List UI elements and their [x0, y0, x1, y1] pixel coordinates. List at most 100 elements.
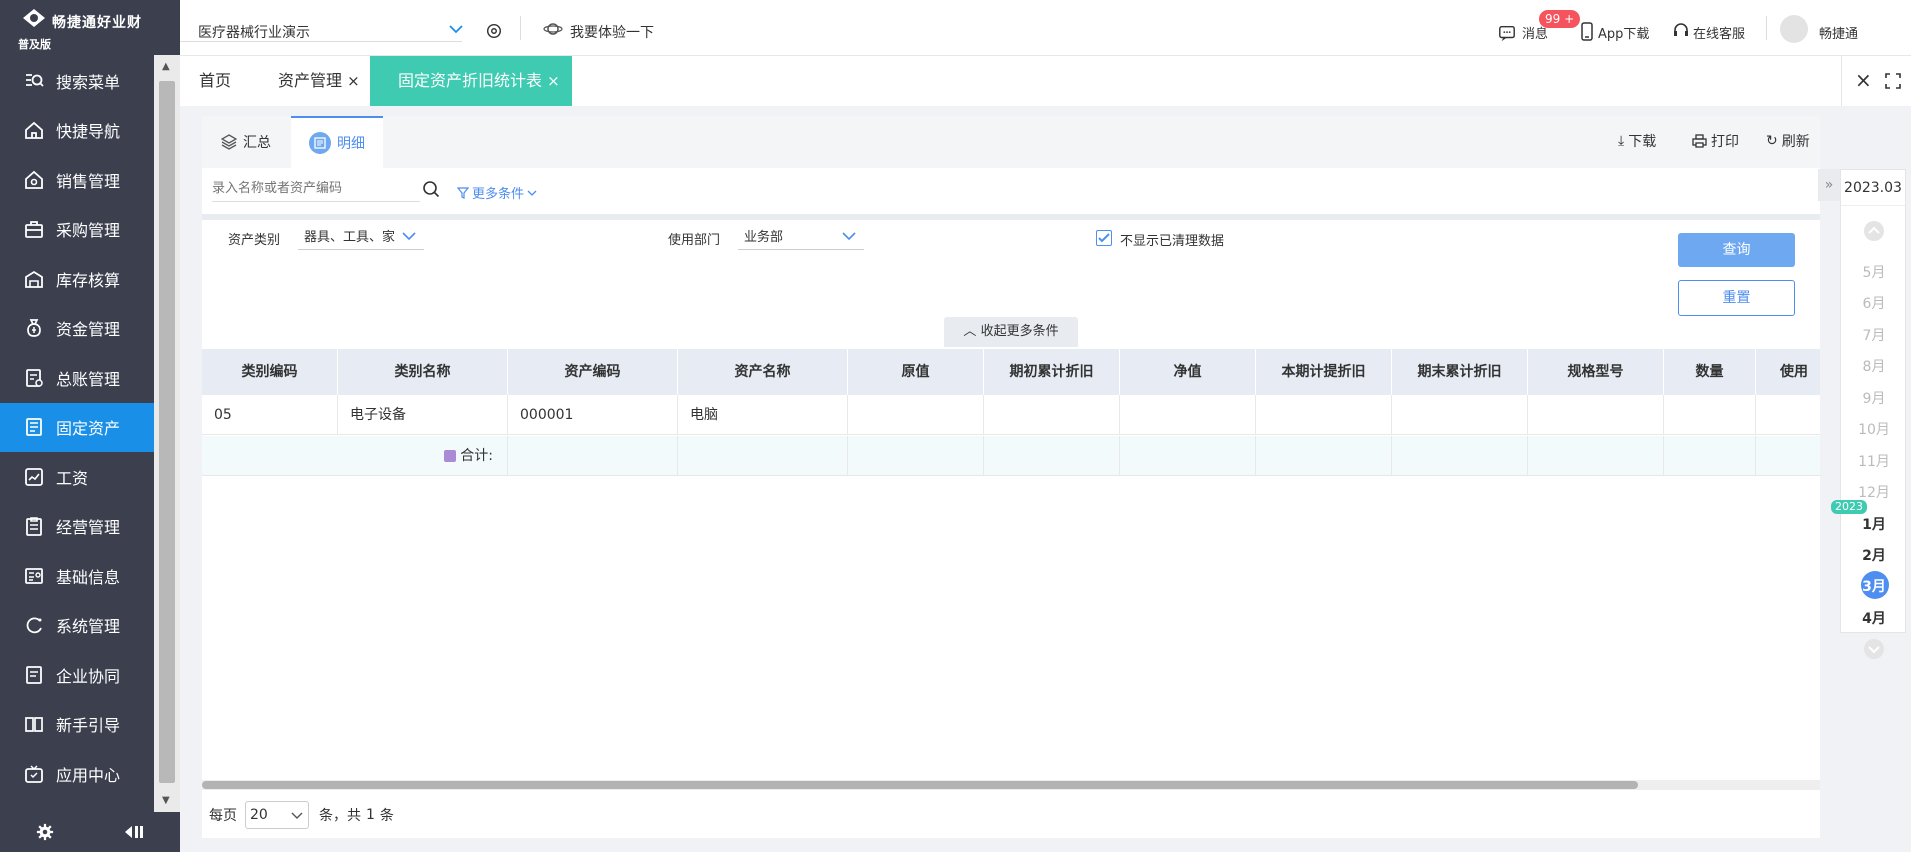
message-icon[interactable]	[1498, 24, 1516, 42]
chevron-down-circle-icon[interactable]	[1863, 638, 1885, 660]
scrollbar-thumb[interactable]	[159, 81, 175, 783]
month-item[interactable]: 4月	[1841, 608, 1907, 628]
tab-home[interactable]: 首页	[199, 56, 231, 106]
month-item[interactable]: 6月	[1841, 293, 1907, 313]
chevron-up-circle-icon[interactable]	[1863, 220, 1885, 242]
close-tab-icon[interactable]: ×	[547, 72, 560, 90]
close-all-icon[interactable]: ×	[1855, 68, 1872, 92]
sidebar-item-ledger[interactable]: 总账管理	[0, 353, 154, 403]
column-header[interactable]: 资产编码	[508, 349, 678, 395]
chevron-down-icon[interactable]	[402, 231, 416, 241]
query-button[interactable]: 查询	[1678, 233, 1795, 267]
scroll-down-icon[interactable]: ▼	[162, 795, 170, 806]
month-item[interactable]: 12月	[1841, 482, 1907, 502]
month-item-selected[interactable]: 3月	[1841, 576, 1907, 596]
column-header[interactable]: 本期计提折旧	[1256, 349, 1392, 395]
sidebar-item-label: 库存核算	[56, 270, 121, 290]
chevron-down-icon[interactable]	[842, 231, 856, 241]
try-experience-link[interactable]: 我要体验一下	[570, 22, 654, 42]
month-item[interactable]: 11月	[1841, 451, 1907, 471]
subtab-summary[interactable]: 汇总	[202, 116, 290, 168]
hide-cleared-label[interactable]: 不显示已清理数据	[1120, 230, 1224, 249]
collapse-conditions-button[interactable]: ︿ 收起更多条件	[944, 317, 1078, 347]
sidebar-item-funds[interactable]: 资金管理	[0, 304, 154, 354]
column-header[interactable]: 类别编码	[202, 349, 338, 395]
refresh-button[interactable]: ↻ 刷新	[1766, 131, 1810, 151]
money-bag-icon	[27, 319, 41, 338]
main-content: 汇总 明细 ⤓下载 打印 ↻刷新 更多条件 资产类别 器具、工具、家 使用部门 …	[202, 116, 1820, 838]
column-header[interactable]: 使用	[1756, 349, 1820, 395]
book-icon	[25, 717, 43, 733]
table-row[interactable]: 05 电子设备 000001 电脑	[202, 395, 1820, 435]
tab-depreciation-report[interactable]: 固定资产折旧统计表 ×	[370, 56, 572, 106]
column-header[interactable]: 规格型号	[1528, 349, 1664, 395]
column-header[interactable]: 资产名称	[678, 349, 848, 395]
more-conditions-label: 更多条件	[472, 187, 525, 202]
close-tab-icon[interactable]: ×	[347, 72, 360, 90]
hide-cleared-checkbox[interactable]	[1096, 230, 1112, 246]
online-support-link[interactable]: 在线客服	[1693, 23, 1745, 42]
user-name[interactable]: 畅捷通	[1819, 23, 1858, 42]
reset-button[interactable]: 重置	[1678, 280, 1795, 316]
sidebar-item-search-menu[interactable]: 搜索菜单	[0, 56, 154, 106]
month-item[interactable]: 7月	[1841, 325, 1907, 345]
dept-value: 业务部	[744, 230, 784, 245]
fullscreen-icon[interactable]	[1885, 73, 1901, 89]
month-item[interactable]: 2月	[1841, 545, 1907, 565]
sidebar-item-inventory[interactable]: 库存核算	[0, 254, 154, 304]
month-item[interactable]: 1月	[1841, 514, 1907, 534]
subtab-detail[interactable]: 明细	[291, 116, 383, 168]
sidebar-item-basic-info[interactable]: 基础信息	[0, 551, 154, 601]
app-logo[interactable]: 畅捷通好业财 普及版	[0, 0, 180, 55]
scroll-up-icon[interactable]: ▲	[162, 61, 170, 72]
sidebar-item-collab[interactable]: 企业协同	[0, 650, 154, 700]
tab-asset-management[interactable]: 资产管理 ×	[278, 56, 360, 106]
column-header[interactable]: 数量	[1664, 349, 1756, 395]
collapse-panel-handle[interactable]: »	[1818, 169, 1840, 201]
column-header[interactable]: 净值	[1120, 349, 1256, 395]
tab-bar: 首页 资产管理 × 固定资产折旧统计表 × ×	[180, 56, 1911, 106]
messages-link[interactable]: 消息	[1522, 23, 1548, 42]
sidebar-item-fixed-assets[interactable]: 固定资产	[0, 402, 154, 452]
avatar[interactable]	[1780, 15, 1808, 43]
search-input[interactable]	[212, 176, 420, 202]
app-download-link[interactable]: App下载	[1598, 23, 1649, 42]
scrollbar-thumb[interactable]	[202, 781, 1638, 789]
table-cell	[678, 436, 848, 476]
sidebar-item-label: 固定资产	[56, 419, 121, 439]
sidebar-item-operations[interactable]: 经营管理	[0, 502, 154, 552]
column-header[interactable]: 期末累计折旧	[1392, 349, 1528, 395]
sidebar-item-app-center[interactable]: 应用中心	[0, 749, 154, 799]
more-conditions-link[interactable]: 更多条件	[457, 183, 537, 202]
column-header[interactable]: 原值	[848, 349, 984, 395]
collab-icon	[26, 665, 42, 684]
sidebar-item-purchase[interactable]: 采购管理	[0, 205, 154, 255]
month-item[interactable]: 5月	[1841, 262, 1907, 282]
table-cell	[984, 436, 1120, 476]
sidebar-item-label: 工资	[56, 468, 89, 488]
page-size-select[interactable]: 20	[245, 801, 309, 829]
gear-icon[interactable]	[36, 823, 54, 841]
settings-icon[interactable]	[485, 22, 503, 40]
sidebar-scrollbar[interactable]: ▲ ▼	[154, 55, 180, 812]
sidebar-item-sales[interactable]: 销售管理	[0, 155, 154, 205]
company-selector[interactable]: 医疗器械行业演示	[198, 22, 310, 42]
print-button[interactable]: 打印	[1692, 131, 1739, 151]
sidebar-item-quick-nav[interactable]: 快捷导航	[0, 106, 154, 156]
collapse-sidebar-icon[interactable]	[122, 824, 146, 840]
sidebar-item-system[interactable]: 系统管理	[0, 601, 154, 651]
month-item[interactable]: 8月	[1841, 356, 1907, 376]
column-header[interactable]: 期初累计折旧	[984, 349, 1120, 395]
column-header[interactable]: 类别名称	[338, 349, 508, 395]
table-horizontal-scrollbar[interactable]	[202, 780, 1820, 790]
search-icon[interactable]	[422, 180, 440, 198]
month-item[interactable]: 9月	[1841, 388, 1907, 408]
download-button[interactable]: ⤓ 下载	[1618, 131, 1656, 151]
month-item[interactable]: 10月	[1841, 419, 1907, 439]
sidebar-item-guide[interactable]: 新手引导	[0, 700, 154, 750]
app-name: 畅捷通好业财	[52, 15, 142, 31]
chevron-down-icon[interactable]	[449, 24, 463, 34]
sidebar-item-payroll[interactable]: 工资	[0, 452, 154, 502]
chevron-down-icon	[291, 812, 303, 819]
subtab-bar	[202, 116, 1820, 168]
